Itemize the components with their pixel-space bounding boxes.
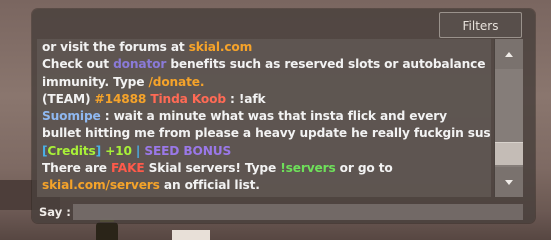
rank-tag: #14888: [94, 91, 147, 106]
scroll-thumb[interactable]: [495, 142, 523, 165]
chat-line: or visit the forums at skial.com: [37, 39, 491, 56]
chat-line: bullet hitting me from please a heavy up…: [37, 125, 491, 142]
team-tag: (TEAM): [42, 91, 95, 106]
chat-line: Check out donator benefits such as reser…: [37, 56, 491, 73]
chat-line: (TEAM) #14888 Tinda Koob : !afk: [37, 91, 491, 108]
servers-link[interactable]: skial.com/servers: [42, 178, 160, 192]
chat-text: or go to: [335, 161, 393, 176]
say-row: Say :: [37, 204, 523, 220]
forum-link[interactable]: skial.com: [189, 40, 253, 54]
chat-line: Suomipe : wait a minute what was that in…: [37, 108, 491, 125]
fake-warning: FAKE: [111, 161, 145, 176]
chat-message: bullet hitting me from please a heavy up…: [42, 126, 491, 141]
chat-line: [Credits] +10 | SEED BONUS: [37, 143, 491, 160]
triangle-down-icon: [505, 179, 513, 185]
chat-text: Check out: [42, 57, 114, 72]
chat-line: immunity. Type /donate.: [37, 74, 491, 91]
scroll-down-button[interactable]: [495, 167, 523, 197]
credits-amount: +10: [101, 143, 132, 158]
say-label: Say :: [39, 205, 71, 219]
chat-line: skial.com/servers an official list.: [37, 177, 491, 194]
credits-label: Credits: [47, 143, 96, 158]
credits-separator: |: [131, 143, 145, 158]
servers-command: !servers: [280, 161, 336, 176]
say-input[interactable]: [73, 204, 523, 220]
chat-line: There are FAKE Skial servers! Type !serv…: [37, 160, 491, 177]
chat-message: : !afk: [225, 91, 266, 106]
game-background-block: [172, 230, 210, 240]
chat-log[interactable]: or visit the forums at skial.com Check o…: [37, 39, 491, 197]
seed-bonus-label: SEED BONUS: [144, 143, 232, 158]
chat-message: : wait a minute what was that insta flic…: [100, 109, 447, 124]
triangle-up-icon: [505, 51, 513, 57]
chat-text: an official list.: [159, 178, 260, 193]
chat-text: benefits such as reserved slots or autob…: [166, 57, 486, 72]
scroll-up-button[interactable]: [495, 39, 523, 69]
game-character: [96, 222, 118, 240]
filters-button[interactable]: Filters: [439, 12, 522, 38]
scroll-track[interactable]: [495, 69, 523, 167]
chat-text: There are: [42, 161, 112, 176]
donate-command: /donate.: [148, 74, 205, 89]
chat-text: immunity. Type: [42, 74, 149, 89]
player-name: Tinda Koob: [150, 91, 226, 106]
chat-text: Skial servers! Type: [144, 161, 281, 176]
chat-text: or visit the forums at: [42, 40, 189, 54]
chat-scrollbar[interactable]: [494, 39, 523, 197]
donator-keyword: donator: [113, 57, 167, 72]
player-name: Suomipe: [42, 109, 101, 124]
